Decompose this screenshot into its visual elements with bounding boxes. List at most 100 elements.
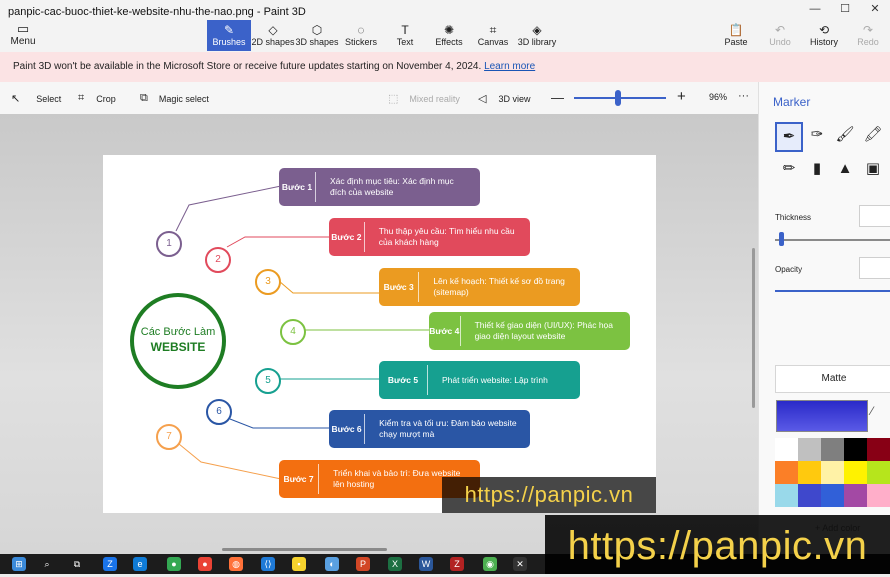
- filezilla-icon[interactable]: Z: [450, 557, 464, 571]
- tab-brushes[interactable]: ✎ Brushes: [207, 20, 251, 51]
- edge-icon[interactable]: e: [133, 557, 147, 571]
- color-swatch[interactable]: [775, 461, 798, 484]
- horizontal-scrollbar[interactable]: [222, 548, 387, 551]
- connector-6: [229, 418, 331, 429]
- step-number-5: 5: [255, 368, 281, 394]
- pencil-icon: ✏: [782, 160, 796, 177]
- tab-3d-library[interactable]: ◈ 3D library: [515, 20, 559, 51]
- 3d-view-button[interactable]: ◁ 3D view: [478, 92, 530, 105]
- notice-text: Paint 3D won't be available in the Micro…: [13, 61, 482, 72]
- color-swatch[interactable]: [867, 461, 890, 484]
- pencil-brush[interactable]: ✏: [777, 156, 801, 182]
- vscode-icon[interactable]: ⟨⟩: [261, 557, 275, 571]
- eyedropper-icon[interactable]: ⁄: [871, 404, 873, 418]
- chrome-profile-icon[interactable]: ●: [198, 557, 212, 571]
- crayon-icon: ▲: [837, 160, 853, 177]
- tab-effects[interactable]: ✺ Effects: [427, 20, 471, 51]
- thickness-field[interactable]: [859, 205, 890, 227]
- word-icon[interactable]: W: [419, 557, 433, 571]
- color-swatch[interactable]: [867, 484, 890, 507]
- maximize-button[interactable]: ☐: [830, 0, 860, 18]
- redo-button[interactable]: ↷ Redo: [846, 20, 890, 51]
- color-swatch[interactable]: [775, 438, 798, 461]
- minimize-button[interactable]: —: [800, 0, 830, 18]
- history-button[interactable]: ⟲ History: [802, 20, 846, 51]
- opacity-slider-track[interactable]: [775, 290, 890, 292]
- color-swatch[interactable]: [844, 438, 867, 461]
- image-canvas[interactable]: Các Bước Làm WEBSITE 1 2 3 4 5 6 7 Bước …: [103, 155, 656, 513]
- watercolor-icon: 🖍: [863, 126, 883, 143]
- app-toolbar: panpic-cac-buoc-thiet-ke-website-nhu-the…: [0, 0, 890, 52]
- learn-more-link[interactable]: Learn more: [484, 61, 535, 72]
- close-button[interactable]: ✕: [860, 0, 890, 18]
- start-icon[interactable]: ⊞: [12, 557, 26, 571]
- zalo-icon[interactable]: Z: [103, 557, 117, 571]
- step-label-5: Bước 5: [379, 365, 428, 395]
- color-swatch[interactable]: [798, 461, 821, 484]
- powerpoint-icon[interactable]: P: [356, 557, 370, 571]
- text-icon: T: [401, 23, 409, 37]
- library-icon: ◈: [532, 23, 542, 37]
- color-swatch[interactable]: [867, 438, 890, 461]
- color-swatch[interactable]: [844, 484, 867, 507]
- step-label-2: Bước 2: [329, 222, 365, 252]
- undo-icon: ↶: [774, 23, 786, 37]
- undo-button[interactable]: ↶ Undo: [758, 20, 802, 51]
- more-button[interactable]: ···: [738, 90, 749, 102]
- oil-brush[interactable]: 🖌: [833, 122, 857, 148]
- color-swatch[interactable]: [798, 484, 821, 507]
- color-swatch[interactable]: [821, 438, 844, 461]
- excel-icon[interactable]: X: [388, 557, 402, 571]
- spray-can-brush[interactable]: ▣: [861, 156, 885, 182]
- tab-2d-shapes[interactable]: ◇ 2D shapes: [251, 20, 295, 51]
- eraser-brush[interactable]: ▮: [805, 156, 829, 182]
- tab-text[interactable]: T Text: [383, 20, 427, 51]
- crayon-brush[interactable]: ▲: [833, 156, 857, 182]
- xampp-icon[interactable]: ✕: [513, 557, 527, 571]
- zoom-out-button[interactable]: —: [551, 90, 564, 105]
- app-icon[interactable]: ◐: [325, 557, 339, 571]
- zoom-in-button[interactable]: +: [677, 88, 686, 105]
- search-icon[interactable]: ⌕: [40, 557, 54, 571]
- mixed-reality-button[interactable]: ⬚ Mixed reality: [388, 92, 460, 105]
- paste-button[interactable]: 📋 Paste: [714, 20, 758, 51]
- step-box-5: Bước 5 Phát triển website: Lập trình: [379, 361, 580, 399]
- crop-button[interactable]: ⌗ Crop: [78, 92, 116, 105]
- magic-select-button[interactable]: ⧉ Magic select: [140, 92, 209, 105]
- marker-icon: ✒: [782, 128, 796, 145]
- center-title-line1: Các Bước Làm: [140, 326, 216, 338]
- watermark-large: https://panpic.vn: [545, 515, 890, 574]
- finish-dropdown[interactable]: Matte: [775, 365, 890, 393]
- step-desc-1: Xác định mục tiêu: Xác định mục đích của…: [329, 176, 454, 197]
- zoom-slider-thumb[interactable]: [615, 90, 621, 106]
- opacity-field[interactable]: 1: [859, 257, 890, 279]
- tab-3d-shapes[interactable]: ⬡ 3D shapes: [295, 20, 339, 51]
- sticky-notes-icon[interactable]: ▪: [292, 557, 306, 571]
- watercolor-brush[interactable]: 🖍: [861, 122, 885, 148]
- color-swatch[interactable]: [821, 461, 844, 484]
- menu-button[interactable]: ▭ Menu: [6, 22, 40, 50]
- step-number-3: 3: [255, 269, 281, 295]
- greenshot-icon[interactable]: ◉: [483, 557, 497, 571]
- selection-toolbar: ↖ Select ⌗ Crop ⧉ Magic select ⬚ Mixed reali…: [0, 82, 758, 114]
- color-swatch[interactable]: [821, 484, 844, 507]
- chrome-icon[interactable]: ●: [167, 557, 181, 571]
- select-button[interactable]: ↖ Select: [11, 92, 61, 105]
- task-view-icon[interactable]: ⧉: [70, 557, 84, 571]
- color-swatch[interactable]: [798, 438, 821, 461]
- tab-stickers[interactable]: ◌ Stickers: [339, 20, 383, 51]
- color-swatch[interactable]: [775, 484, 798, 507]
- current-color-swatch[interactable]: [776, 400, 868, 432]
- thickness-slider-track[interactable]: [775, 239, 890, 241]
- zoom-level: 96%: [709, 92, 728, 102]
- step-box-2: Bước 2 Thu thập yêu cầu: Tìm hiểu nhu cầ…: [329, 218, 530, 256]
- tab-canvas[interactable]: ⌗ Canvas: [471, 20, 515, 51]
- step-label-1: Bước 1: [279, 172, 316, 202]
- vertical-scrollbar[interactable]: [752, 248, 755, 408]
- color-swatch[interactable]: [844, 461, 867, 484]
- firefox-icon[interactable]: ◍: [229, 557, 243, 571]
- marker-brush[interactable]: ✒: [775, 122, 803, 152]
- sticker-icon: ◌: [357, 23, 365, 37]
- thickness-slider-thumb[interactable]: [779, 232, 784, 246]
- calligraphy-pen-brush[interactable]: ✑: [805, 122, 829, 148]
